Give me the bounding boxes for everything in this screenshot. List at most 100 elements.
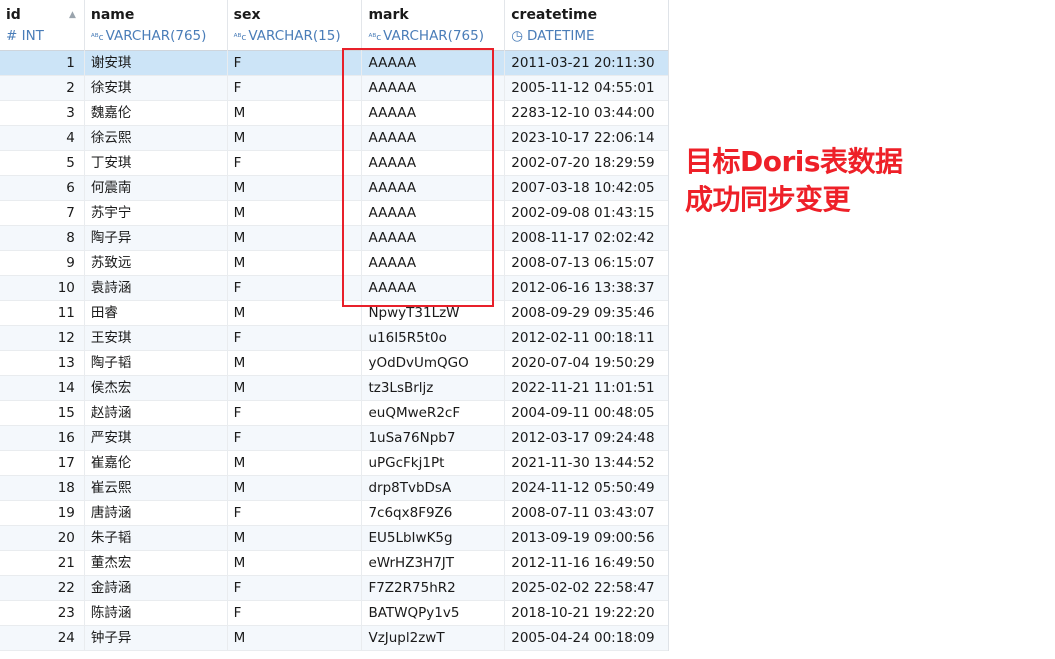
cell-name[interactable]: 陈詩涵 <box>85 601 228 625</box>
cell-id[interactable]: 24 <box>0 626 85 650</box>
table-row[interactable]: 17 崔嘉伦 MuPGcFkj1Pt 2021-11-30 13:44:52 <box>0 451 668 476</box>
cell-name[interactable]: 苏宇宁 <box>85 201 228 225</box>
cell-createtime[interactable]: 2002-09-08 01:43:15 <box>505 201 668 225</box>
table-row[interactable]: 7 苏宇宁 M AAAAA 2002-09-08 01:43:15 <box>0 201 668 226</box>
cell-name[interactable]: 徐安琪 <box>85 76 228 100</box>
column-header-id[interactable]: id # INT ▲ <box>0 0 85 51</box>
table-row[interactable]: 13 陶子韬 MyOdDvUmQGO 2020-07-04 19:50:29 <box>0 351 668 376</box>
table-row[interactable]: 18 崔云熙 Mdrp8TvbDsA 2024-11-12 05:50:49 <box>0 476 668 501</box>
cell-name[interactable]: 崔云熙 <box>85 476 228 500</box>
table-row[interactable]: 8 陶子异 M AAAAA 2008-11-17 02:02:42 <box>0 226 668 251</box>
cell-mark[interactable]: tz3LsBrljz <box>362 376 506 400</box>
cell-id[interactable]: 2 <box>0 76 85 100</box>
cell-name[interactable]: 赵詩涵 <box>85 401 228 425</box>
cell-name[interactable]: 王安琪 <box>85 326 228 350</box>
cell-createtime[interactable]: 2022-11-21 11:01:51 <box>505 376 668 400</box>
cell-id[interactable]: 11 <box>0 301 85 325</box>
cell-createtime[interactable]: 2002-07-20 18:29:59 <box>505 151 668 175</box>
cell-id[interactable]: 1 <box>0 51 85 75</box>
cell-sex[interactable]: F <box>228 326 363 350</box>
cell-sex[interactable]: F <box>228 426 363 450</box>
cell-sex[interactable]: F <box>228 151 363 175</box>
cell-mark[interactable]: drp8TvbDsA <box>362 476 506 500</box>
cell-id[interactable]: 4 <box>0 126 85 150</box>
column-header-sex[interactable]: sex ᴬᴮc VARCHAR(15) <box>228 0 363 51</box>
cell-mark[interactable]: eWrHZ3H7JT <box>362 551 506 575</box>
table-row[interactable]: 21 董杰宏 MeWrHZ3H7JT 2012-11-16 16:49:50 <box>0 551 668 576</box>
cell-sex[interactable]: F <box>228 601 363 625</box>
cell-id[interactable]: 14 <box>0 376 85 400</box>
table-row[interactable]: 23 陈詩涵 F BATWQPy1v5 2018-10-21 19:22:20 <box>0 601 668 626</box>
cell-mark[interactable]: AAAAA <box>362 101 506 125</box>
table-row[interactable]: 16 严安琪 F 1uSa76Npb7 2012-03-17 09:24:48 <box>0 426 668 451</box>
sort-ascending-icon[interactable]: ▲ <box>69 10 76 20</box>
cell-createtime[interactable]: 2011-03-21 20:11:30 <box>505 51 668 75</box>
table-row[interactable]: 10 袁詩涵 F AAAAA 2012-06-16 13:38:37 <box>0 276 668 301</box>
cell-mark[interactable]: AAAAA <box>362 76 506 100</box>
table-row[interactable]: 15 赵詩涵 FeuQMweR2cF 2004-09-11 00:48:05 <box>0 401 668 426</box>
table-row[interactable]: 19 唐詩涵 F 7c6qx8F9Z6 2008-07-11 03:43:07 <box>0 501 668 526</box>
cell-id[interactable]: 12 <box>0 326 85 350</box>
cell-mark[interactable]: AAAAA <box>362 226 506 250</box>
cell-id[interactable]: 6 <box>0 176 85 200</box>
cell-id[interactable]: 13 <box>0 351 85 375</box>
cell-mark[interactable]: yOdDvUmQGO <box>362 351 506 375</box>
table-row[interactable]: 14 侯杰宏 Mtz3LsBrljz 2022-11-21 11:01:51 <box>0 376 668 401</box>
cell-sex[interactable]: M <box>228 376 363 400</box>
cell-mark[interactable]: AAAAA <box>362 51 506 75</box>
cell-id[interactable]: 10 <box>0 276 85 300</box>
cell-mark[interactable]: 7c6qx8F9Z6 <box>362 501 506 525</box>
cell-mark[interactable]: AAAAA <box>362 176 506 200</box>
cell-mark[interactable]: AAAAA <box>362 126 506 150</box>
cell-sex[interactable]: M <box>228 226 363 250</box>
cell-name[interactable]: 徐云熙 <box>85 126 228 150</box>
cell-mark[interactable]: AAAAA <box>362 151 506 175</box>
cell-createtime[interactable]: 2008-07-11 03:43:07 <box>505 501 668 525</box>
cell-name[interactable]: 苏致远 <box>85 251 228 275</box>
cell-sex[interactable]: M <box>228 126 363 150</box>
column-header-name[interactable]: name ᴬᴮc VARCHAR(765) <box>85 0 228 51</box>
cell-sex[interactable]: M <box>228 301 363 325</box>
cell-name[interactable]: 陶子异 <box>85 226 228 250</box>
cell-sex[interactable]: F <box>228 401 363 425</box>
cell-name[interactable]: 侯杰宏 <box>85 376 228 400</box>
cell-id[interactable]: 5 <box>0 151 85 175</box>
cell-name[interactable]: 严安琪 <box>85 426 228 450</box>
cell-id[interactable]: 16 <box>0 426 85 450</box>
cell-name[interactable]: 唐詩涵 <box>85 501 228 525</box>
cell-id[interactable]: 19 <box>0 501 85 525</box>
table-row[interactable]: 20 朱子韬 M EU5LbIwK5g 2013-09-19 09:00:56 <box>0 526 668 551</box>
cell-sex[interactable]: F <box>228 76 363 100</box>
cell-sex[interactable]: F <box>228 576 363 600</box>
cell-createtime[interactable]: 2025-02-02 22:58:47 <box>505 576 668 600</box>
table-row[interactable]: 2 徐安琪 F AAAAA 2005-11-12 04:55:01 <box>0 76 668 101</box>
cell-sex[interactable]: M <box>228 551 363 575</box>
cell-createtime[interactable]: 2012-03-17 09:24:48 <box>505 426 668 450</box>
cell-mark[interactable]: u16I5R5t0o <box>362 326 506 350</box>
cell-sex[interactable]: M <box>228 451 363 475</box>
cell-createtime[interactable]: 2012-11-16 16:49:50 <box>505 551 668 575</box>
cell-createtime[interactable]: 2018-10-21 19:22:20 <box>505 601 668 625</box>
cell-name[interactable]: 魏嘉伦 <box>85 101 228 125</box>
cell-id[interactable]: 20 <box>0 526 85 550</box>
cell-sex[interactable]: M <box>228 201 363 225</box>
cell-createtime[interactable]: 2023-10-17 22:06:14 <box>505 126 668 150</box>
cell-createtime[interactable]: 2021-11-30 13:44:52 <box>505 451 668 475</box>
cell-sex[interactable]: M <box>228 176 363 200</box>
cell-mark[interactable]: AAAAA <box>362 276 506 300</box>
cell-mark[interactable]: euQMweR2cF <box>362 401 506 425</box>
cell-id[interactable]: 15 <box>0 401 85 425</box>
table-row[interactable]: 5 丁安琪 F AAAAA 2002-07-20 18:29:59 <box>0 151 668 176</box>
cell-sex[interactable]: M <box>228 251 363 275</box>
cell-sex[interactable]: M <box>228 351 363 375</box>
cell-createtime[interactable]: 2008-09-29 09:35:46 <box>505 301 668 325</box>
cell-id[interactable]: 9 <box>0 251 85 275</box>
cell-name[interactable]: 谢安琪 <box>85 51 228 75</box>
cell-id[interactable]: 7 <box>0 201 85 225</box>
cell-mark[interactable]: uPGcFkj1Pt <box>362 451 506 475</box>
cell-id[interactable]: 3 <box>0 101 85 125</box>
cell-createtime[interactable]: 2005-04-24 00:18:09 <box>505 626 668 650</box>
cell-name[interactable]: 董杰宏 <box>85 551 228 575</box>
cell-id[interactable]: 22 <box>0 576 85 600</box>
cell-sex[interactable]: M <box>228 101 363 125</box>
